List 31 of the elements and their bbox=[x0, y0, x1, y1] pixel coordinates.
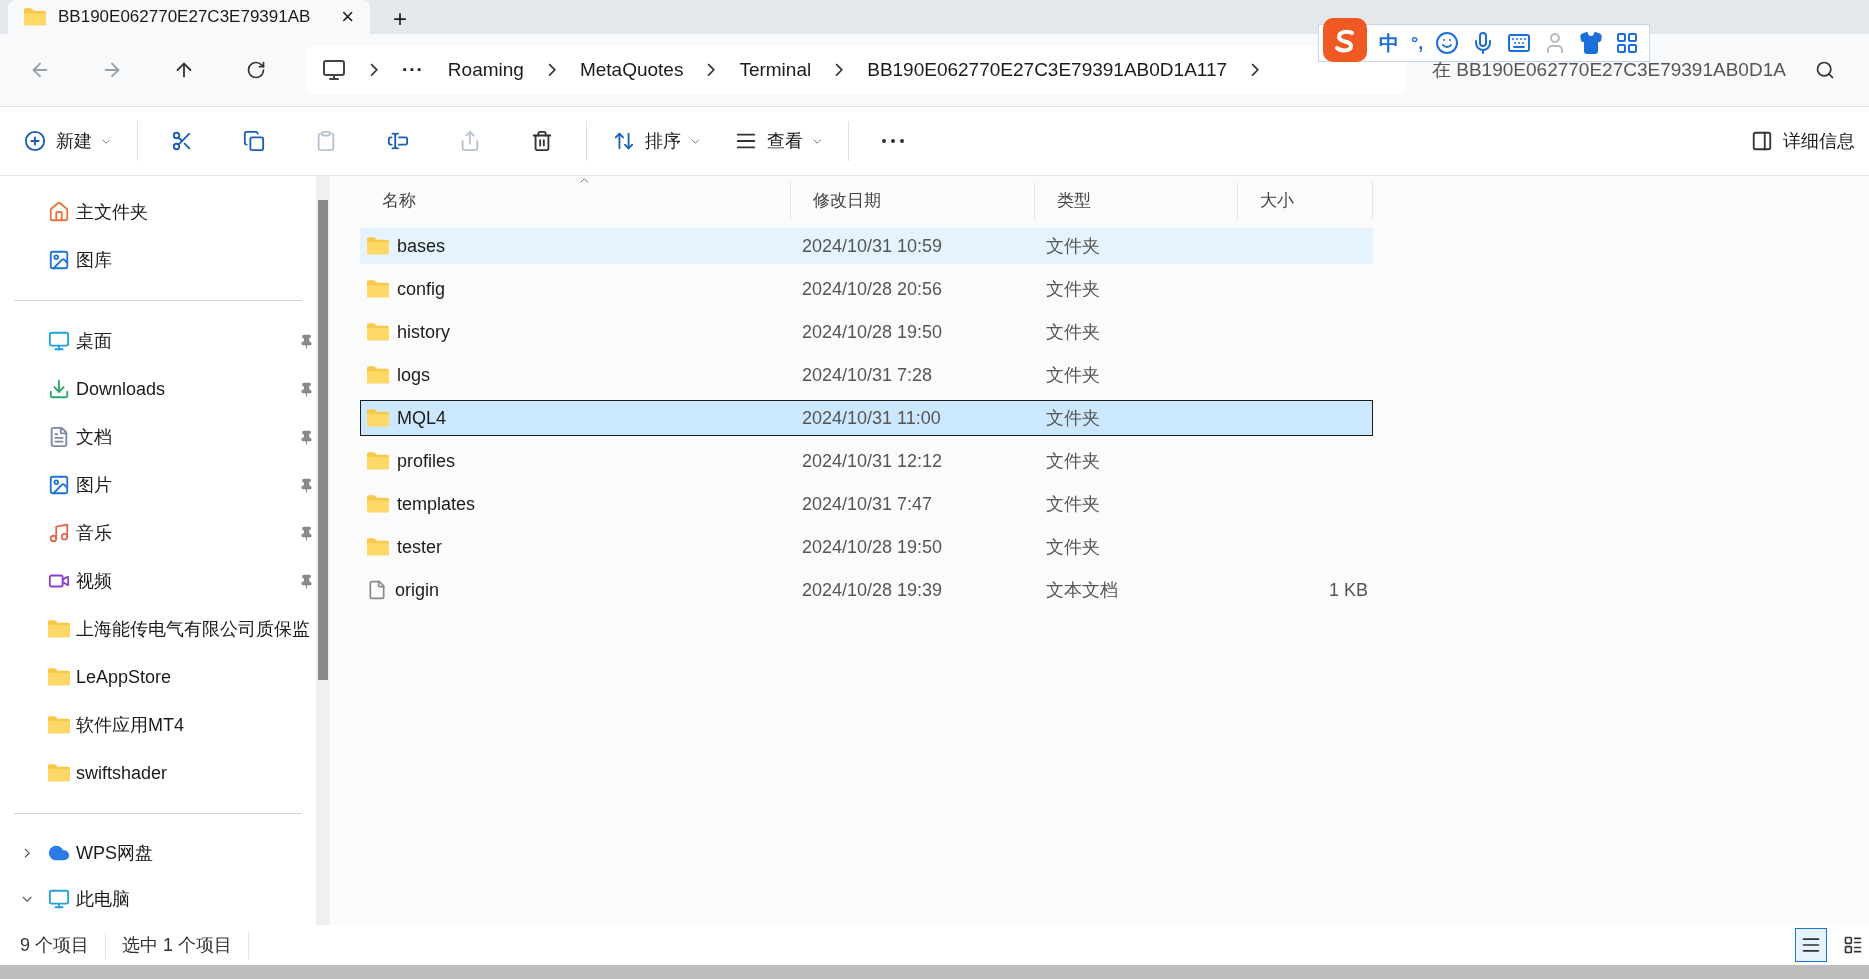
file-name: history bbox=[397, 320, 450, 344]
item-count: 9 个项目 bbox=[20, 931, 106, 959]
date-cell-text: 2024/10/28 19:39 bbox=[801, 578, 944, 602]
date-cell-text: 2024/10/28 19:50 bbox=[801, 535, 944, 559]
file-name: tester bbox=[397, 535, 443, 559]
file-name: origin bbox=[395, 578, 440, 602]
type-cell-text: 文件夹 bbox=[1045, 363, 1101, 387]
file-name: templates bbox=[397, 492, 476, 516]
type-cell-text: 文件夹 bbox=[1045, 492, 1101, 516]
date-cell-text: 2024/10/28 19:50 bbox=[801, 320, 944, 344]
file-name: bases bbox=[397, 234, 446, 258]
type-cell-text: 文件夹 bbox=[1045, 320, 1101, 344]
date-cell-text: 2024/10/31 7:28 bbox=[801, 363, 934, 387]
date-cell-text: 2024/10/28 20:56 bbox=[801, 277, 944, 301]
file-name: profiles bbox=[397, 449, 456, 473]
date-cell-text: 2024/10/31 12:12 bbox=[801, 449, 944, 473]
tab-title: BB190E062770E27C3E79391AB bbox=[58, 6, 312, 29]
type-cell-text: 文件夹 bbox=[1045, 406, 1101, 430]
file-name: MQL4 bbox=[397, 406, 447, 430]
type-cell-text: 文件夹 bbox=[1045, 277, 1101, 301]
type-cell-text: 文本文档 bbox=[1045, 578, 1119, 602]
type-cell-text: 文件夹 bbox=[1045, 234, 1101, 258]
file-name: logs bbox=[397, 363, 431, 387]
date-cell-text: 2024/10/31 10:59 bbox=[801, 234, 944, 258]
file-name: config bbox=[397, 277, 446, 301]
type-cell-text: 文件夹 bbox=[1045, 535, 1101, 559]
date-cell-text: 2024/10/31 11:00 bbox=[801, 406, 942, 430]
date-cell-text: 2024/10/31 7:47 bbox=[801, 492, 934, 516]
selection-count: 选中 1 个项目 bbox=[106, 931, 250, 959]
type-cell-text: 文件夹 bbox=[1045, 449, 1101, 473]
size-cell-text: 1 KB bbox=[1327, 578, 1369, 602]
